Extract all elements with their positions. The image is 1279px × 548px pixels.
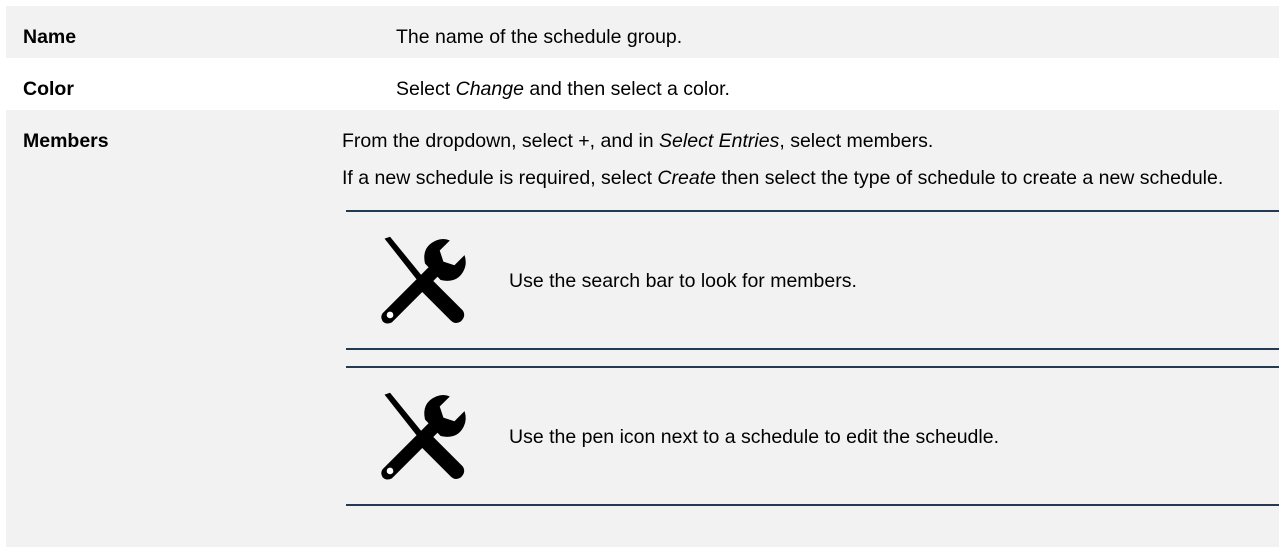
table-row-members: Members From the dropdown, select +, and… bbox=[6, 110, 1279, 547]
tip-note: Use the search bar to look for members. bbox=[346, 210, 1279, 350]
tip-text: Use the search bar to look for members. bbox=[509, 270, 857, 292]
table-row-color: Color Select Change and then select a co… bbox=[6, 58, 1279, 110]
row-description-name: The name of the schedule group. bbox=[396, 26, 683, 48]
desc-text: If a new schedule is required, select bbox=[342, 167, 658, 189]
desc-text: , select members. bbox=[779, 130, 934, 152]
ui-term-select-entries: Select Entries bbox=[659, 130, 780, 152]
tools-icon bbox=[379, 390, 471, 482]
row-description-color: Select Change and then select a color. bbox=[374, 58, 1279, 110]
desc-text: From the dropdown, select +, and in bbox=[342, 130, 660, 152]
row-description-members: From the dropdown, select +, and in Sele… bbox=[320, 110, 1279, 547]
members-paragraph-2: If a new schedule is required, select Cr… bbox=[342, 163, 1279, 194]
row-label-name: Name bbox=[23, 26, 77, 48]
ui-term-create: Create bbox=[657, 167, 716, 189]
tip-note: Use the pen icon next to a schedule to e… bbox=[346, 366, 1279, 506]
desc-text: then select the type of schedule to crea… bbox=[715, 167, 1224, 189]
tools-icon bbox=[379, 234, 471, 326]
row-label-members: Members bbox=[23, 130, 109, 152]
row-label-color: Color bbox=[23, 78, 74, 100]
parameters-table: Name The name of the schedule group. Col… bbox=[6, 6, 1279, 547]
members-paragraph-1: From the dropdown, select +, and in Sele… bbox=[342, 129, 1279, 153]
tip-text: Use the pen icon next to a schedule to e… bbox=[509, 426, 999, 448]
desc-text: Select bbox=[396, 78, 456, 100]
ui-term-change: Change bbox=[455, 78, 524, 100]
table-row-name: Name The name of the schedule group. bbox=[6, 6, 1279, 58]
desc-text: and then select a color. bbox=[523, 78, 730, 100]
